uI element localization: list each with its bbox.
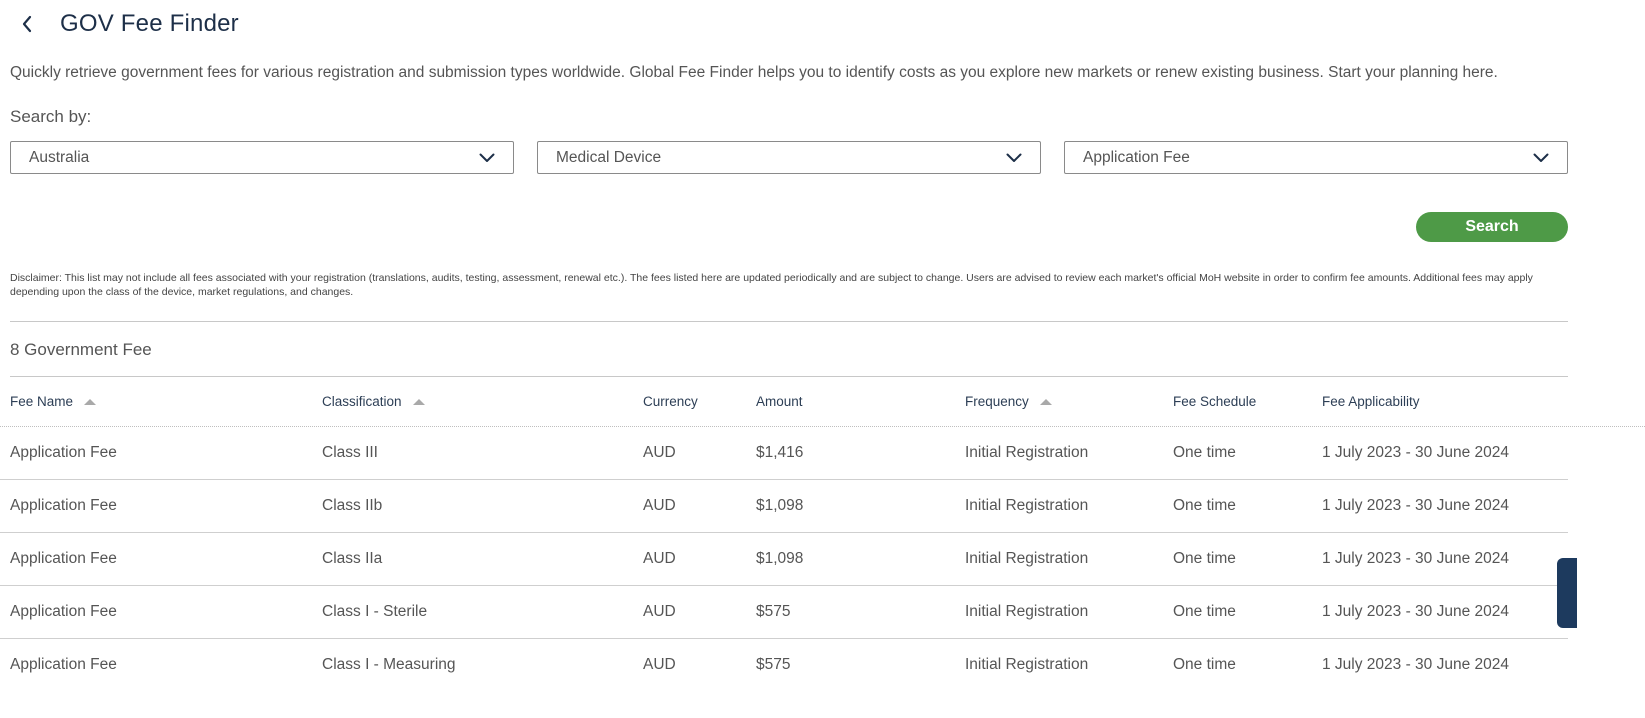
fee-type-select-value: Application Fee bbox=[1083, 148, 1190, 166]
cell-fee-name: Application Fee bbox=[10, 550, 117, 567]
country-select-value: Australia bbox=[29, 148, 90, 166]
disclaimer-text: Disclaimer: This list may not include al… bbox=[10, 272, 1533, 298]
cell-amount: $575 bbox=[756, 656, 791, 673]
cell-fee-schedule: One time bbox=[1173, 550, 1236, 567]
search-button[interactable]: Search bbox=[1416, 212, 1568, 242]
cell-frequency: Initial Registration bbox=[965, 603, 1089, 620]
table-row: Application Fee Class IIa AUD $1,098 Ini… bbox=[0, 533, 1568, 586]
cell-currency: AUD bbox=[643, 656, 676, 673]
cell-fee-applicability: 1 July 2023 - 30 June 2024 bbox=[1322, 603, 1509, 620]
cell-currency: AUD bbox=[643, 603, 676, 620]
column-header-label: Amount bbox=[756, 394, 803, 409]
chevron-down-icon bbox=[1006, 150, 1022, 166]
cell-currency: AUD bbox=[643, 444, 676, 461]
product-type-select[interactable]: Medical Device bbox=[537, 141, 1041, 174]
cell-classification: Class I - Measuring bbox=[322, 656, 456, 673]
column-header-amount: Amount bbox=[756, 394, 803, 409]
cell-amount: $575 bbox=[756, 603, 791, 620]
column-header-label: Fee Applicability bbox=[1322, 394, 1420, 409]
chevron-left-icon[interactable] bbox=[12, 9, 42, 39]
divider bbox=[10, 321, 1568, 322]
cell-fee-name: Application Fee bbox=[10, 497, 117, 514]
cell-classification: Class III bbox=[322, 444, 378, 461]
cell-classification: Class IIa bbox=[322, 550, 383, 567]
table-header: Fee Name Classification Currency Amount … bbox=[0, 377, 1645, 427]
cell-frequency: Initial Registration bbox=[965, 550, 1089, 567]
column-header-label: Fee Name bbox=[10, 394, 74, 409]
country-select[interactable]: Australia bbox=[10, 141, 514, 174]
cell-amount: $1,416 bbox=[756, 444, 804, 461]
page-title: GOV Fee Finder bbox=[60, 10, 239, 37]
search-by-label: Search by: bbox=[10, 107, 92, 126]
chevron-down-icon bbox=[1533, 150, 1549, 166]
column-header-frequency[interactable]: Frequency bbox=[965, 394, 1052, 409]
cell-fee-schedule: One time bbox=[1173, 497, 1236, 514]
column-header-classification[interactable]: Classification bbox=[322, 394, 425, 409]
cell-fee-applicability: 1 July 2023 - 30 June 2024 bbox=[1322, 444, 1509, 461]
chevron-down-icon bbox=[479, 150, 495, 166]
table-row: Application Fee Class IIb AUD $1,098 Ini… bbox=[0, 480, 1568, 533]
cell-fee-applicability: 1 July 2023 - 30 June 2024 bbox=[1322, 656, 1509, 673]
page-header: GOV Fee Finder bbox=[10, 6, 239, 42]
column-header-label: Frequency bbox=[965, 394, 1029, 409]
sort-up-icon[interactable] bbox=[1039, 398, 1052, 405]
column-header-label: Fee Schedule bbox=[1173, 394, 1257, 409]
column-header-fee-applicability: Fee Applicability bbox=[1322, 394, 1420, 409]
cell-amount: $1,098 bbox=[756, 497, 804, 514]
cell-fee-name: Application Fee bbox=[10, 603, 117, 620]
cell-classification: Class IIb bbox=[322, 497, 383, 514]
cell-fee-name: Application Fee bbox=[10, 656, 117, 673]
cell-currency: AUD bbox=[643, 497, 676, 514]
cell-fee-schedule: One time bbox=[1173, 603, 1236, 620]
cell-fee-applicability: 1 July 2023 - 30 June 2024 bbox=[1322, 497, 1509, 514]
column-header-label: Currency bbox=[643, 394, 698, 409]
cell-frequency: Initial Registration bbox=[965, 444, 1089, 461]
feedback-side-tab[interactable] bbox=[1557, 558, 1577, 628]
sort-up-icon[interactable] bbox=[412, 398, 425, 405]
table-row: Application Fee Class I - Sterile AUD $5… bbox=[0, 586, 1568, 639]
table-row: Application Fee Class III AUD $1,416 Ini… bbox=[0, 427, 1568, 480]
intro-text: Quickly retrieve government fees for var… bbox=[10, 64, 1498, 81]
results-count: 8 Government Fee bbox=[10, 340, 152, 359]
cell-fee-name: Application Fee bbox=[10, 444, 117, 461]
cell-frequency: Initial Registration bbox=[965, 497, 1089, 514]
column-header-fee-schedule: Fee Schedule bbox=[1173, 394, 1256, 409]
sort-up-icon[interactable] bbox=[84, 398, 97, 405]
column-header-label: Classification bbox=[322, 394, 402, 409]
cell-amount: $1,098 bbox=[756, 550, 804, 567]
cell-fee-applicability: 1 July 2023 - 30 June 2024 bbox=[1322, 550, 1509, 567]
fee-type-select[interactable]: Application Fee bbox=[1064, 141, 1568, 174]
cell-classification: Class I - Sterile bbox=[322, 603, 428, 620]
cell-fee-schedule: One time bbox=[1173, 444, 1236, 461]
cell-currency: AUD bbox=[643, 550, 676, 567]
table-body: Application Fee Class III AUD $1,416 Ini… bbox=[0, 427, 1645, 692]
column-header-fee-name[interactable]: Fee Name bbox=[10, 394, 97, 409]
product-type-select-value: Medical Device bbox=[556, 148, 662, 166]
column-header-currency: Currency bbox=[643, 394, 698, 409]
table-row: Application Fee Class I - Measuring AUD … bbox=[0, 639, 1568, 692]
cell-fee-schedule: One time bbox=[1173, 656, 1236, 673]
cell-frequency: Initial Registration bbox=[965, 656, 1089, 673]
